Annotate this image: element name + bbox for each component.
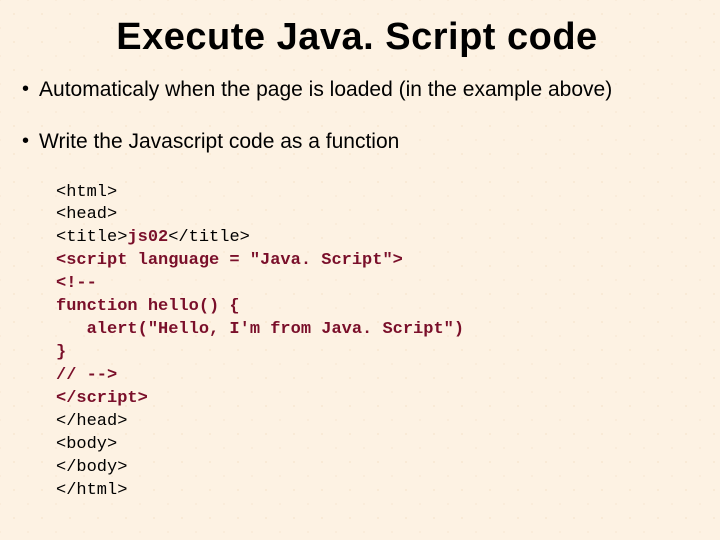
slide-title: Execute Java. Script code bbox=[22, 16, 692, 59]
code-keyword: } bbox=[56, 343, 66, 362]
code-line: <title>js02</title> bbox=[56, 228, 250, 247]
code-keyword: <script language = "Java. Script"> bbox=[56, 251, 403, 270]
bullet-text: Write the Javascript code as a function bbox=[39, 129, 399, 155]
code-line: <body> bbox=[56, 435, 117, 454]
code-keyword: <!-- bbox=[56, 274, 97, 293]
code-keyword: function hello() { bbox=[56, 297, 240, 316]
slide: Execute Java. Script code • Automaticaly… bbox=[0, 0, 720, 540]
code-keyword: </script> bbox=[56, 389, 148, 408]
code-line: </body> bbox=[56, 458, 127, 477]
code-line: <head> bbox=[56, 205, 117, 224]
bullet-item: • Write the Javascript code as a functio… bbox=[22, 129, 692, 155]
code-line: <html> bbox=[56, 183, 117, 202]
code-line: </head> bbox=[56, 412, 127, 431]
code-keyword: alert("Hello, I'm from Java. Script") bbox=[56, 320, 464, 339]
bullet-dot-icon: • bbox=[22, 77, 29, 101]
code-keyword: // --> bbox=[56, 366, 117, 385]
bullet-item: • Automaticaly when the page is loaded (… bbox=[22, 77, 692, 103]
code-block: <html> <head> <title>js02</title> <scrip… bbox=[56, 182, 692, 503]
bullet-text: Automaticaly when the page is loaded (in… bbox=[39, 77, 612, 103]
code-line: </html> bbox=[56, 481, 127, 500]
code-keyword: js02 bbox=[127, 228, 168, 247]
bullet-dot-icon: • bbox=[22, 129, 29, 153]
